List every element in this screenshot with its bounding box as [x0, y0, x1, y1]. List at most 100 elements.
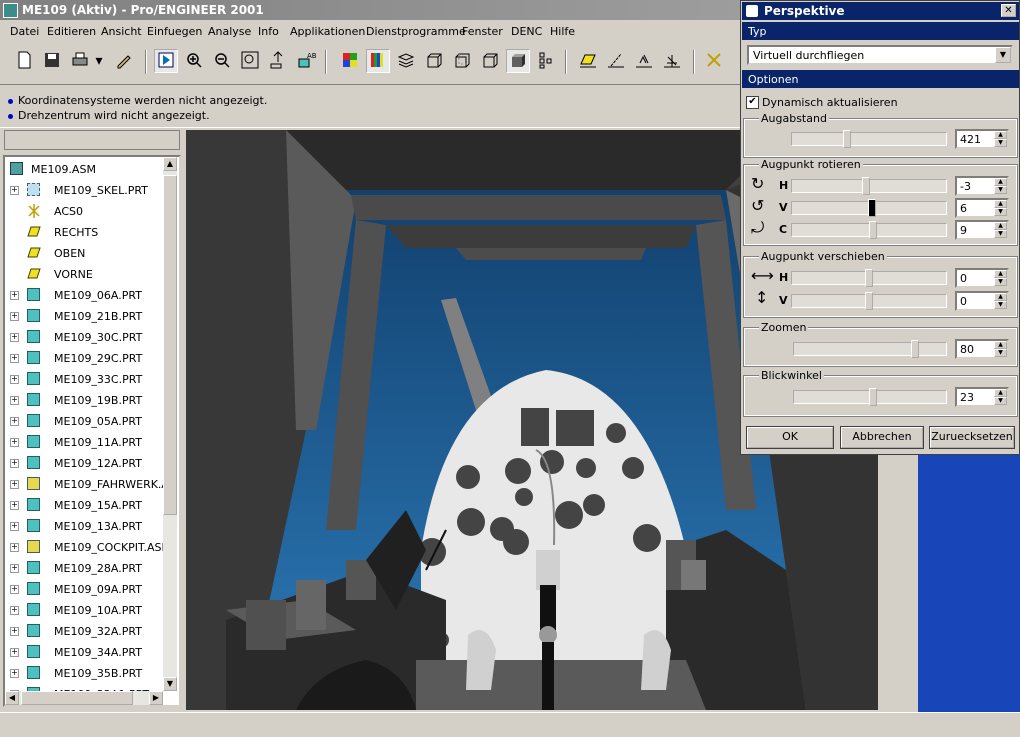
expand-icon[interactable]: +	[10, 438, 19, 447]
tree-item[interactable]: + ME109_09A.PRT	[5, 579, 165, 600]
menu-denc[interactable]: DENC	[511, 25, 542, 38]
expand-icon[interactable]: +	[10, 627, 19, 636]
move-v-slider[interactable]	[791, 292, 947, 310]
slider-knob[interactable]	[911, 340, 919, 358]
hidden-line-icon[interactable]	[450, 49, 474, 73]
new-file-icon[interactable]	[12, 49, 36, 73]
datum-points-icon[interactable]	[632, 49, 656, 73]
expand-icon[interactable]: +	[10, 186, 19, 195]
spin-up-icon[interactable]: ▲	[994, 222, 1007, 230]
spin-down-icon[interactable]: ▼	[994, 301, 1007, 309]
expand-icon[interactable]: +	[10, 648, 19, 657]
tree-item[interactable]: VORNE	[5, 264, 165, 285]
spin-down-icon[interactable]: ▼	[994, 230, 1007, 238]
expand-icon[interactable]: +	[10, 312, 19, 321]
expand-icon[interactable]: +	[10, 459, 19, 468]
edit-icon[interactable]	[112, 49, 136, 73]
tree-item[interactable]: + ME109_06A.PRT	[5, 285, 165, 306]
tree-item[interactable]: + ME109_13A.PRT	[5, 516, 165, 537]
scroll-right-icon[interactable]: ▶	[149, 691, 163, 705]
expand-icon[interactable]: +	[10, 354, 19, 363]
rotate-h-spinbox[interactable]: -3 ▲ ▼	[955, 176, 1009, 196]
tree-root[interactable]: ME109.ASM	[5, 159, 165, 180]
spin-down-icon[interactable]: ▼	[994, 397, 1007, 405]
expand-icon[interactable]: +	[10, 417, 19, 426]
zoom-slider[interactable]	[793, 340, 947, 358]
tree-item[interactable]: + ME109_12A.PRT	[5, 453, 165, 474]
tree-horizontal-scrollbar[interactable]: ◀ ▶	[5, 691, 163, 705]
spin-center-icon[interactable]	[702, 49, 726, 73]
augabstand-spinbox[interactable]: 421 ▲ ▼	[955, 129, 1009, 149]
blickwinkel-slider[interactable]	[793, 388, 947, 406]
no-hidden-icon[interactable]	[478, 49, 502, 73]
menu-analyse[interactable]: Analyse	[208, 25, 251, 38]
chevron-down-icon[interactable]: ▼	[995, 47, 1011, 63]
slider-knob[interactable]	[865, 269, 873, 287]
shading-icon[interactable]	[506, 49, 530, 73]
tree-item[interactable]: + ME109_11A.PRT	[5, 432, 165, 453]
reset-button[interactable]: Zuruecksetzen	[929, 426, 1015, 449]
blickwinkel-spinbox[interactable]: 23 ▲ ▼	[955, 387, 1009, 407]
zoom-out-icon[interactable]	[210, 49, 234, 73]
spin-up-icon[interactable]: ▲	[994, 200, 1007, 208]
tree-filter-field[interactable]	[4, 130, 180, 150]
menu-dienstprogramme[interactable]: Dienstprogramme	[366, 25, 466, 38]
move-h-slider[interactable]	[791, 269, 947, 287]
tree-item[interactable]: + ME109_35B.PRT	[5, 663, 165, 684]
spin-down-icon[interactable]: ▼	[994, 186, 1007, 194]
dynamic-update-checkbox[interactable]: ✔	[746, 96, 759, 109]
spin-down-icon[interactable]: ▼	[994, 208, 1007, 216]
typ-select[interactable]: Virtuell durchfliegen ▼	[747, 45, 1013, 65]
scroll-up-icon[interactable]: ▲	[163, 157, 177, 171]
expand-icon[interactable]: +	[10, 543, 19, 552]
dialog-title-bar[interactable]: Perspektive ✕	[742, 2, 1019, 20]
close-icon[interactable]: ✕	[1001, 4, 1016, 17]
spin-down-icon[interactable]: ▼	[994, 349, 1007, 357]
move-v-spinbox[interactable]: 0 ▲ ▼	[955, 291, 1009, 311]
expand-icon[interactable]: +	[10, 606, 19, 615]
print-icon[interactable]	[68, 49, 92, 73]
tree-item[interactable]: + ME109_SKEL.PRT	[5, 180, 165, 201]
rotate-v-slider[interactable]	[791, 199, 947, 217]
slider-knob[interactable]	[862, 177, 870, 195]
tree-item[interactable]: + ME109_05A.PRT	[5, 411, 165, 432]
menu-hilfe[interactable]: Hilfe	[550, 25, 575, 38]
expand-icon[interactable]: +	[10, 396, 19, 405]
spin-down-icon[interactable]: ▼	[994, 278, 1007, 286]
tree-item[interactable]: + ME109_33C.PRT	[5, 369, 165, 390]
refit-icon[interactable]	[238, 49, 262, 73]
tree-item[interactable]: + ME109_10A.PRT	[5, 600, 165, 621]
tree-item[interactable]: + ME109_30C.PRT	[5, 327, 165, 348]
tree-item[interactable]: + ME109_COCKPIT.ASM	[5, 537, 171, 558]
layers-icon[interactable]	[394, 49, 418, 73]
datum-axes-icon[interactable]	[604, 49, 628, 73]
menu-fenster[interactable]: Fenster	[462, 25, 503, 38]
expand-icon[interactable]: +	[10, 480, 19, 489]
tree-vertical-scrollbar[interactable]: ▲ ▼	[163, 157, 177, 691]
wireframe-icon[interactable]	[422, 49, 446, 73]
spin-up-icon[interactable]: ▲	[994, 293, 1007, 301]
scroll-thumb[interactable]	[21, 691, 133, 705]
slider-knob[interactable]	[868, 199, 876, 217]
tree-item[interactable]: + ME109_32A.PRT	[5, 621, 165, 642]
model-color-icon[interactable]	[366, 49, 390, 73]
slider-knob[interactable]	[869, 388, 877, 406]
rotate-v-spinbox[interactable]: 6 ▲ ▼	[955, 198, 1009, 218]
coordinate-systems-icon[interactable]	[660, 49, 684, 73]
menu-editieren[interactable]: Editieren	[47, 25, 96, 38]
zoom-in-icon[interactable]	[182, 49, 206, 73]
rotate-c-slider[interactable]	[791, 221, 947, 239]
select-arrow-icon[interactable]	[154, 49, 178, 73]
rotate-c-spinbox[interactable]: 9 ▲ ▼	[955, 220, 1009, 240]
ok-button[interactable]: OK	[746, 426, 834, 449]
menu-applikationen[interactable]: Applikationen	[290, 25, 365, 38]
augabstand-slider[interactable]	[791, 130, 947, 148]
saved-views-icon[interactable]: AB	[294, 49, 318, 73]
tree-item[interactable]: + ME109_19B.PRT	[5, 390, 165, 411]
scroll-down-icon[interactable]: ▼	[163, 677, 177, 691]
expand-icon[interactable]: +	[10, 333, 19, 342]
model-tree-icon[interactable]	[534, 49, 558, 73]
menu-info[interactable]: Info	[258, 25, 279, 38]
tree-item[interactable]: + ME109_34A.PRT	[5, 642, 165, 663]
tree-item[interactable]: RECHTS	[5, 222, 165, 243]
